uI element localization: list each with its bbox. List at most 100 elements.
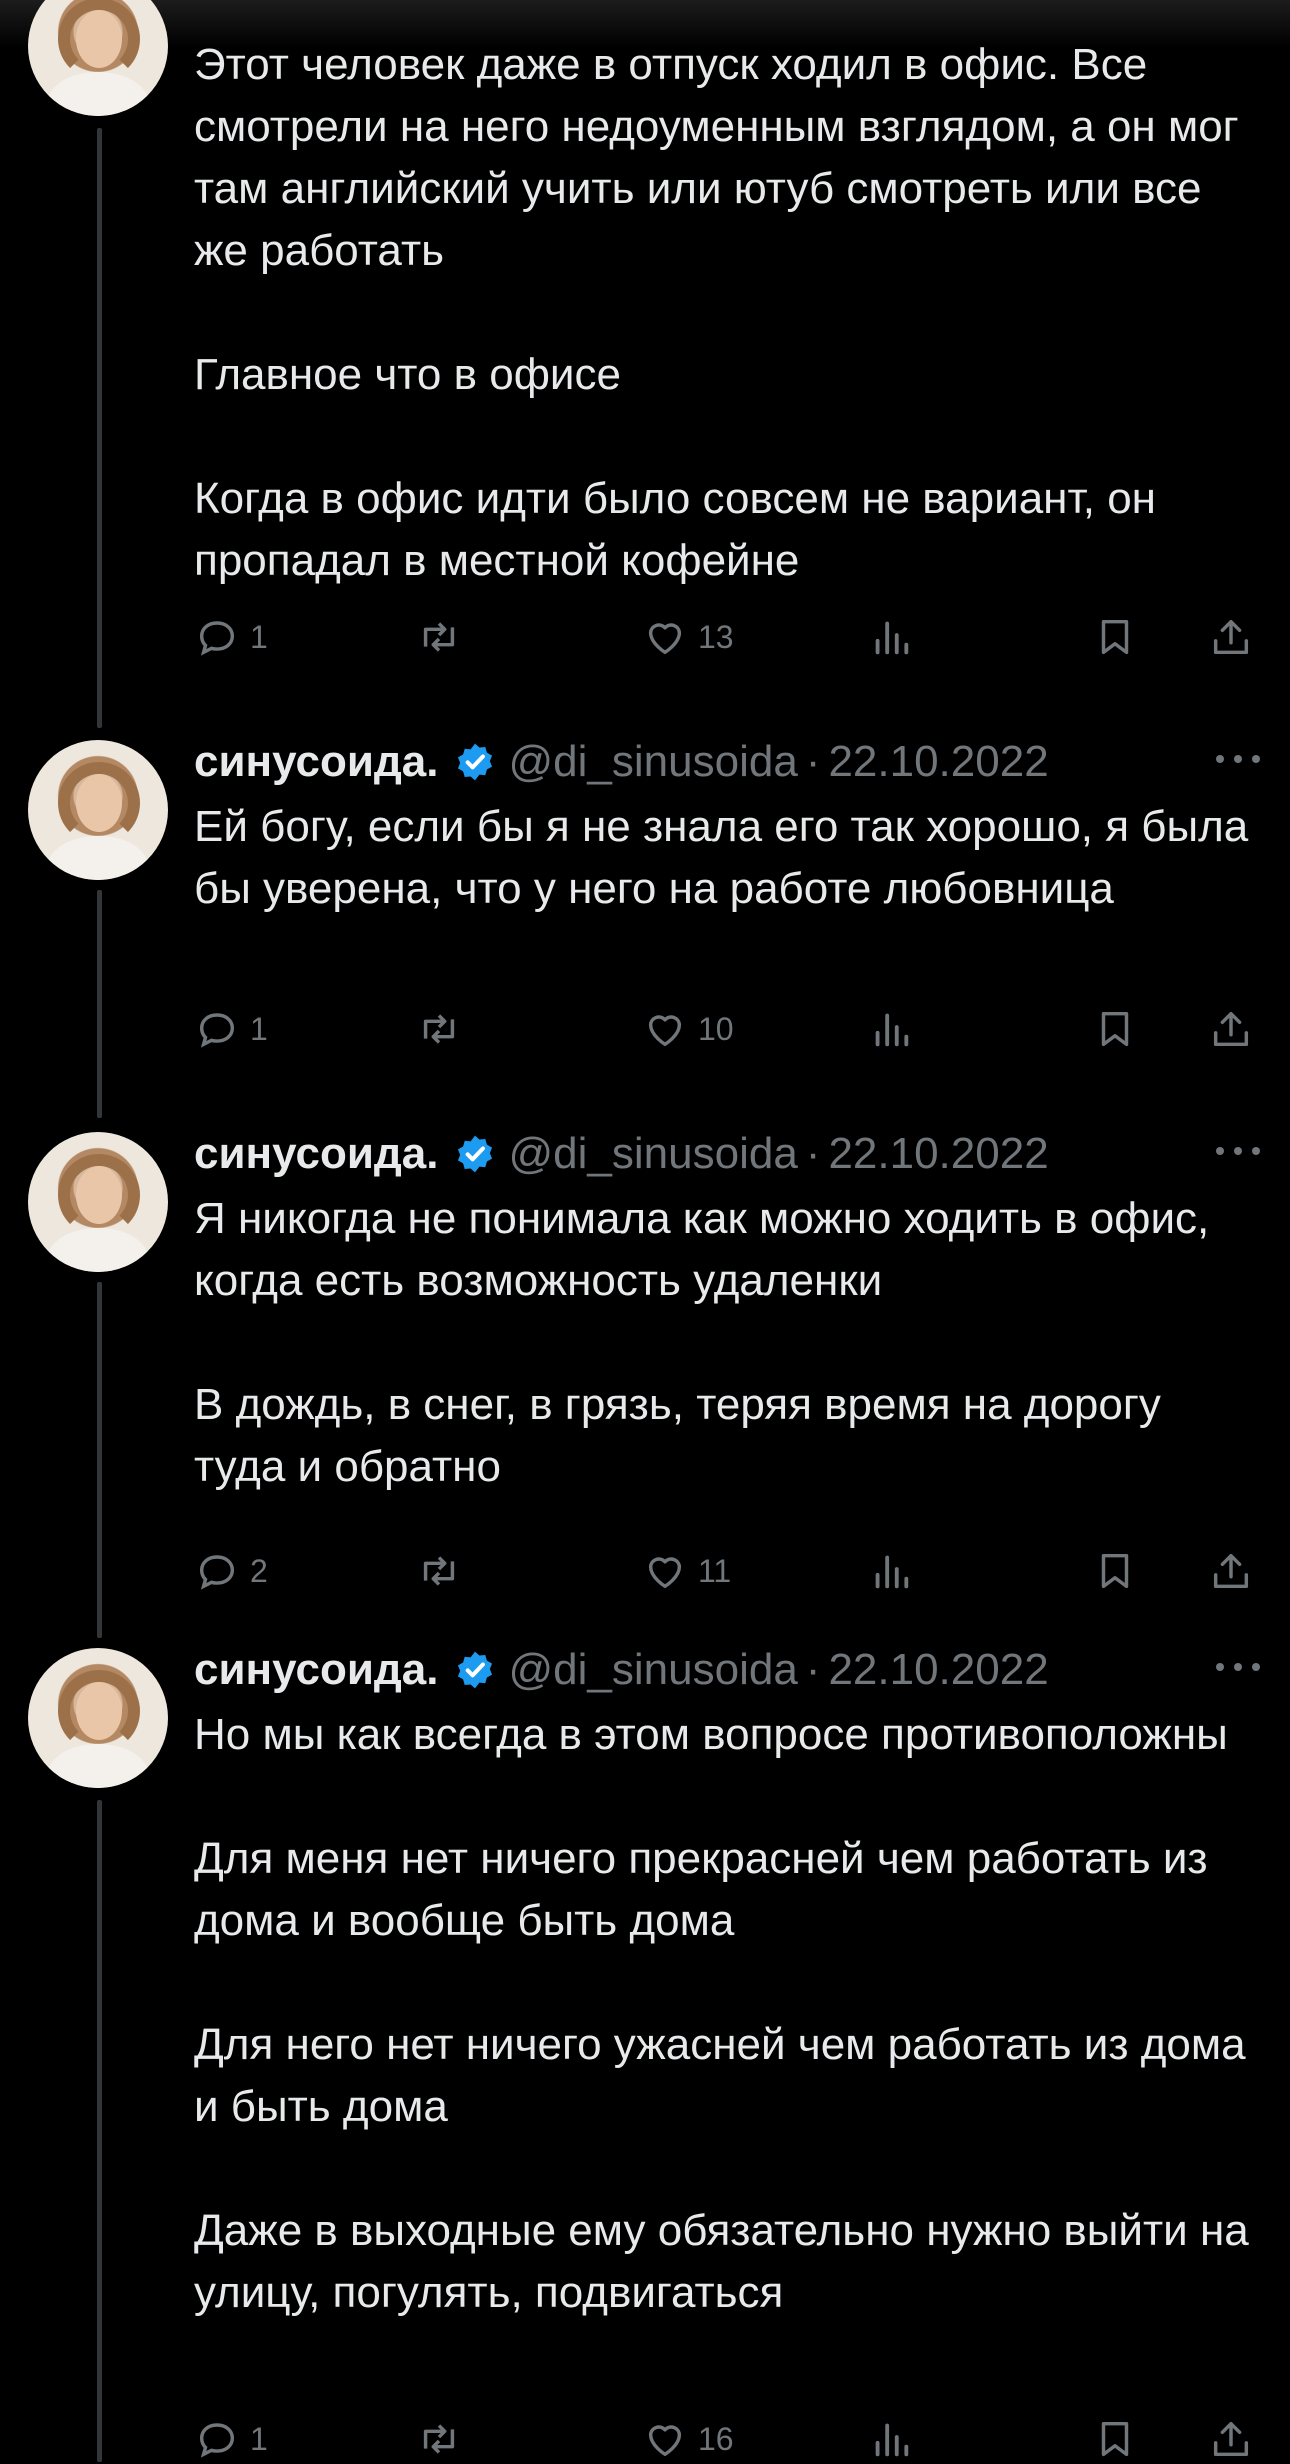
views-icon: [875, 2423, 909, 2457]
tweet-date[interactable]: 22.10.2022: [828, 1129, 1048, 1179]
share-icon: [1213, 619, 1249, 655]
bookmark-button[interactable]: [1092, 1004, 1138, 1054]
share-icon: [1213, 1011, 1249, 1047]
avatar[interactable]: [28, 1132, 168, 1272]
views-button[interactable]: [868, 1004, 914, 1054]
like-count: 13: [698, 618, 734, 655]
tweet-date[interactable]: 22.10.2022: [828, 737, 1048, 787]
share-icon: [1213, 1553, 1249, 1589]
retweet-icon: [423, 2424, 455, 2454]
reply-count: 1: [250, 1010, 268, 1047]
share-button[interactable]: [1208, 2414, 1254, 2464]
more-icon: [1216, 1147, 1224, 1155]
reply-count: 1: [250, 618, 268, 655]
tweet-paragraph: Даже в выходные ему обязательно нужно вы…: [194, 2206, 1249, 2317]
views-button[interactable]: [868, 2414, 914, 2464]
like-button[interactable]: 10: [642, 1004, 734, 1054]
retweet-button[interactable]: [416, 612, 472, 662]
tweet-paragraph: Для меня нет ничего прекрасней чем работ…: [194, 1834, 1208, 1945]
like-icon: [648, 2425, 682, 2457]
author-handle[interactable]: @di_sinusoida: [509, 1645, 798, 1695]
retweet-button[interactable]: [416, 2414, 472, 2464]
tweet-text: Этот человек даже в отпуск ходил в офис.…: [194, 34, 1264, 592]
verified-badge-icon: [457, 1651, 492, 1689]
like-icon: [648, 1557, 682, 1589]
tweet-paragraph: В дождь, в снег, в грязь, теряя время на…: [194, 1380, 1161, 1491]
tweet-date[interactable]: 22.10.2022: [828, 1645, 1048, 1695]
tweet-actions: 1 13: [194, 612, 1264, 662]
views-icon: [875, 1555, 909, 1589]
avatar[interactable]: [28, 740, 168, 880]
views-icon: [875, 621, 909, 655]
share-button[interactable]: [1208, 1546, 1254, 1596]
bookmark-button[interactable]: [1092, 2414, 1138, 2464]
reply-button[interactable]: 1: [194, 1004, 268, 1054]
bookmark-icon: [1101, 2421, 1129, 2457]
tweet-header: синусоида. @di_sinusoida · 22.10.2022: [194, 1640, 1049, 1700]
reply-button[interactable]: 2: [194, 1546, 268, 1596]
reply-button[interactable]: 1: [194, 2414, 268, 2464]
author-name[interactable]: синусоида.: [194, 1129, 439, 1179]
bookmark-icon: [1101, 1011, 1129, 1047]
tweet-paragraph: Этот человек даже в отпуск ходил в офис.…: [194, 40, 1239, 275]
tweet-actions: 1 10: [194, 1004, 1264, 1054]
more-icon: [1216, 1663, 1224, 1671]
views-button[interactable]: [868, 612, 914, 662]
retweet-button[interactable]: [416, 1546, 472, 1596]
separator: ·: [805, 1129, 821, 1178]
reply-button[interactable]: 1: [194, 612, 268, 662]
tweet-paragraph: Но мы как всегда в этом вопросе противоп…: [194, 1710, 1228, 1759]
thread-line: [97, 128, 102, 728]
more-button[interactable]: [1216, 744, 1260, 774]
tweet-paragraph: Когда в офис идти было совсем не вариант…: [194, 474, 1156, 585]
avatar[interactable]: [28, 0, 168, 116]
reply-icon: [199, 1555, 235, 1590]
tweet-paragraph: Я никогда не понимала как можно ходить в…: [194, 1194, 1210, 1305]
tweet-paragraph: Ей богу, если бы я не знала его так хоро…: [194, 802, 1249, 913]
like-icon: [648, 1015, 682, 1047]
thread-line: [97, 1800, 102, 2462]
verified-badge-icon: [457, 743, 492, 781]
retweet-icon: [423, 1556, 455, 1586]
reply-count: 2: [250, 1552, 268, 1589]
bookmark-button[interactable]: [1092, 612, 1138, 662]
views-icon: [875, 1013, 909, 1047]
tweet-header: синусоида. @di_sinusoida · 22.10.2022: [194, 732, 1049, 792]
verified-badge-icon: [457, 1135, 492, 1173]
thread-line: [97, 890, 102, 1118]
like-button[interactable]: 13: [642, 612, 734, 662]
tweet-text: Ей богу, если бы я не знала его так хоро…: [194, 796, 1264, 920]
like-count: 16: [698, 2420, 734, 2457]
more-button[interactable]: [1216, 1652, 1260, 1682]
bookmark-icon: [1101, 619, 1129, 655]
bookmark-button[interactable]: [1092, 1546, 1138, 1596]
like-button[interactable]: 16: [642, 2414, 734, 2464]
author-name[interactable]: синусоида.: [194, 737, 439, 787]
like-button[interactable]: 11: [642, 1546, 731, 1596]
tweet-paragraph: Для него нет ничего ужасней чем работать…: [194, 2020, 1246, 2131]
separator: ·: [805, 1645, 821, 1694]
like-count: 10: [698, 1010, 734, 1047]
reply-count: 1: [250, 2420, 268, 2457]
like-count: 11: [698, 1552, 732, 1589]
retweet-icon: [423, 1014, 455, 1044]
more-button[interactable]: [1216, 1136, 1260, 1166]
share-button[interactable]: [1208, 612, 1254, 662]
author-name[interactable]: синусоида.: [194, 1645, 439, 1695]
tweet-header: синусоида. @di_sinusoida · 22.10.2022: [194, 1124, 1049, 1184]
share-button[interactable]: [1208, 1004, 1254, 1054]
retweet-button[interactable]: [416, 1004, 472, 1054]
author-handle[interactable]: @di_sinusoida: [509, 1129, 798, 1179]
reply-icon: [199, 1013, 235, 1048]
views-button[interactable]: [868, 1546, 914, 1596]
more-icon: [1216, 755, 1224, 763]
author-handle[interactable]: @di_sinusoida: [509, 737, 798, 787]
tweet-paragraph: Главное что в офисе: [194, 350, 621, 399]
tweet-text: Но мы как всегда в этом вопросе противоп…: [194, 1704, 1264, 2324]
retweet-icon: [423, 622, 455, 652]
separator: ·: [805, 737, 821, 786]
avatar[interactable]: [28, 1648, 168, 1788]
like-icon: [648, 623, 682, 655]
reply-icon: [199, 2423, 235, 2458]
thread-line: [97, 1282, 102, 1638]
